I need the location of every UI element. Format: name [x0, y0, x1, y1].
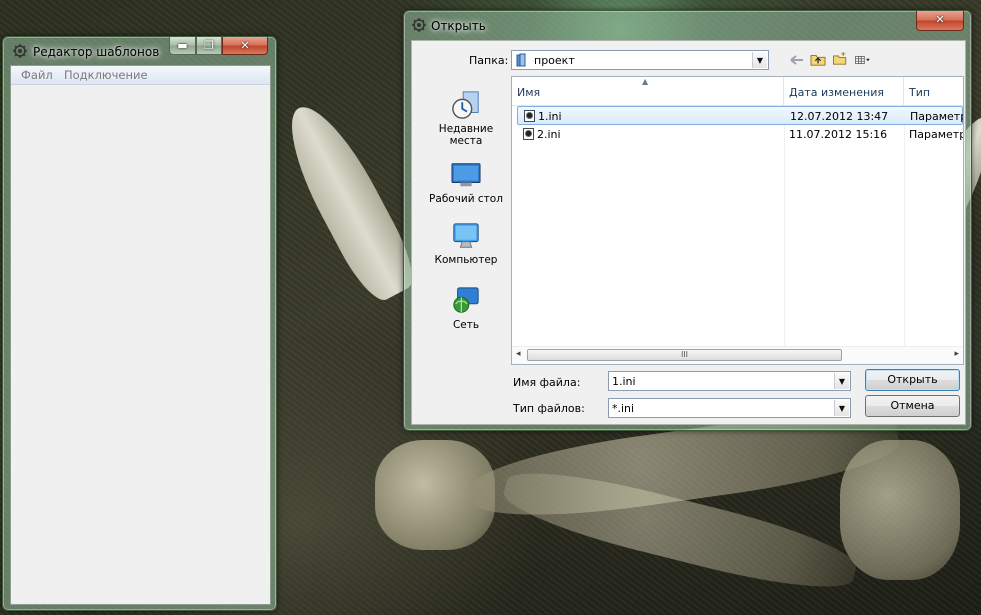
ini-file-icon — [524, 110, 535, 122]
file-type: Параметр — [909, 128, 964, 141]
folder-value: проект — [534, 54, 575, 67]
column-name[interactable]: Имя ▲ — [512, 77, 784, 105]
place-desktop[interactable]: Рабочий стол — [427, 160, 505, 205]
cancel-button[interactable]: Отмена — [865, 395, 960, 417]
dialog-client-area: Папка: проект ▼ Недавние места Рабочий с… — [411, 40, 966, 425]
scroll-thumb[interactable]: III — [527, 349, 842, 361]
filetype-label: Тип файлов: — [513, 402, 585, 415]
recent-places-icon — [452, 91, 479, 119]
desktop-icon — [451, 163, 481, 187]
place-recent[interactable]: Недавние места — [427, 90, 505, 147]
file-name: 1.ini — [538, 110, 562, 123]
view-menu-icon[interactable] — [855, 53, 871, 67]
place-network[interactable]: Сеть — [427, 286, 505, 331]
dialog-title: Открыть — [431, 19, 486, 33]
file-row[interactable]: 2.ini 11.07.2012 15:16 Параметр — [512, 125, 963, 144]
open-file-dialog: Открыть ✕ Папка: проект ▼ Недавние места… — [403, 10, 972, 431]
app-icon — [13, 44, 27, 58]
column-type[interactable]: Тип — [904, 77, 963, 105]
wallpaper-crossbones-4 — [840, 440, 960, 580]
back-arrow-icon[interactable] — [789, 53, 805, 67]
chevron-down-icon[interactable]: ▼ — [752, 52, 767, 68]
folder-combobox[interactable]: проект ▼ — [511, 50, 769, 70]
menu-bar: Файл Подключение — [11, 66, 270, 85]
file-list[interactable]: Имя ▲ Дата изменения Тип 1.ini 12.07.201… — [511, 76, 964, 365]
scroll-left-icon[interactable]: ◂ — [516, 349, 521, 359]
column-name-label: Имя — [517, 86, 541, 99]
editor-client-area: Файл Подключение — [10, 65, 271, 605]
dialog-close-button[interactable]: ✕ — [916, 11, 964, 31]
folder-label: Папка: — [469, 54, 509, 67]
sort-up-icon: ▲ — [642, 77, 649, 86]
app-icon — [412, 18, 426, 32]
minimize-button[interactable]: ▬ — [169, 37, 196, 55]
folder-icon — [516, 53, 526, 67]
file-name: 2.ini — [537, 128, 561, 141]
wallpaper-sabre-left — [272, 94, 424, 308]
maximize-button[interactable]: ❐ — [196, 37, 222, 55]
ini-file-icon — [523, 128, 534, 140]
open-button[interactable]: Открыть — [865, 369, 960, 391]
file-date: 12.07.2012 13:47 — [790, 110, 889, 123]
column-date[interactable]: Дата изменения — [784, 77, 904, 105]
place-recent-label: Недавние места — [438, 123, 494, 147]
new-folder-icon[interactable] — [832, 51, 848, 65]
file-date: 11.07.2012 15:16 — [789, 128, 888, 141]
network-icon — [453, 287, 479, 313]
filename-value: 1.ini — [612, 375, 636, 388]
column-type-label: Тип — [909, 86, 931, 99]
template-editor-window: Редактор шаблонов ▬ ❐ ✕ Файл Подключение — [2, 36, 277, 611]
computer-icon — [453, 223, 479, 248]
window-title: Редактор шаблонов — [33, 45, 160, 59]
place-computer-label: Компьютер — [434, 254, 498, 266]
file-row-selected[interactable]: 1.ini 12.07.2012 13:47 Параметр — [517, 106, 963, 125]
dialog-title-bar[interactable]: Открыть — [404, 11, 971, 41]
up-folder-icon[interactable] — [810, 52, 826, 66]
menu-connection[interactable]: Подключение — [64, 68, 148, 82]
chevron-down-icon[interactable]: ▼ — [834, 400, 849, 416]
filetype-value: *.ini — [612, 402, 635, 415]
place-computer[interactable]: Компьютер — [427, 221, 505, 266]
horizontal-scrollbar[interactable]: ◂ III ▸ — [512, 346, 963, 364]
place-desktop-label: Рабочий стол — [429, 193, 503, 205]
filetype-combobox[interactable]: *.ini ▼ — [608, 398, 851, 418]
column-date-label: Дата изменения — [789, 86, 884, 99]
scroll-right-icon[interactable]: ▸ — [954, 349, 959, 359]
filename-label: Имя файла: — [513, 376, 581, 389]
menu-file[interactable]: Файл — [21, 68, 53, 82]
chevron-down-icon[interactable]: ▼ — [834, 373, 849, 389]
list-header: Имя ▲ Дата изменения Тип — [512, 77, 963, 106]
filename-combobox[interactable]: 1.ini ▼ — [608, 371, 851, 391]
close-button[interactable]: ✕ — [222, 37, 268, 55]
file-type: Параметр — [910, 110, 964, 123]
place-network-label: Сеть — [452, 319, 480, 331]
